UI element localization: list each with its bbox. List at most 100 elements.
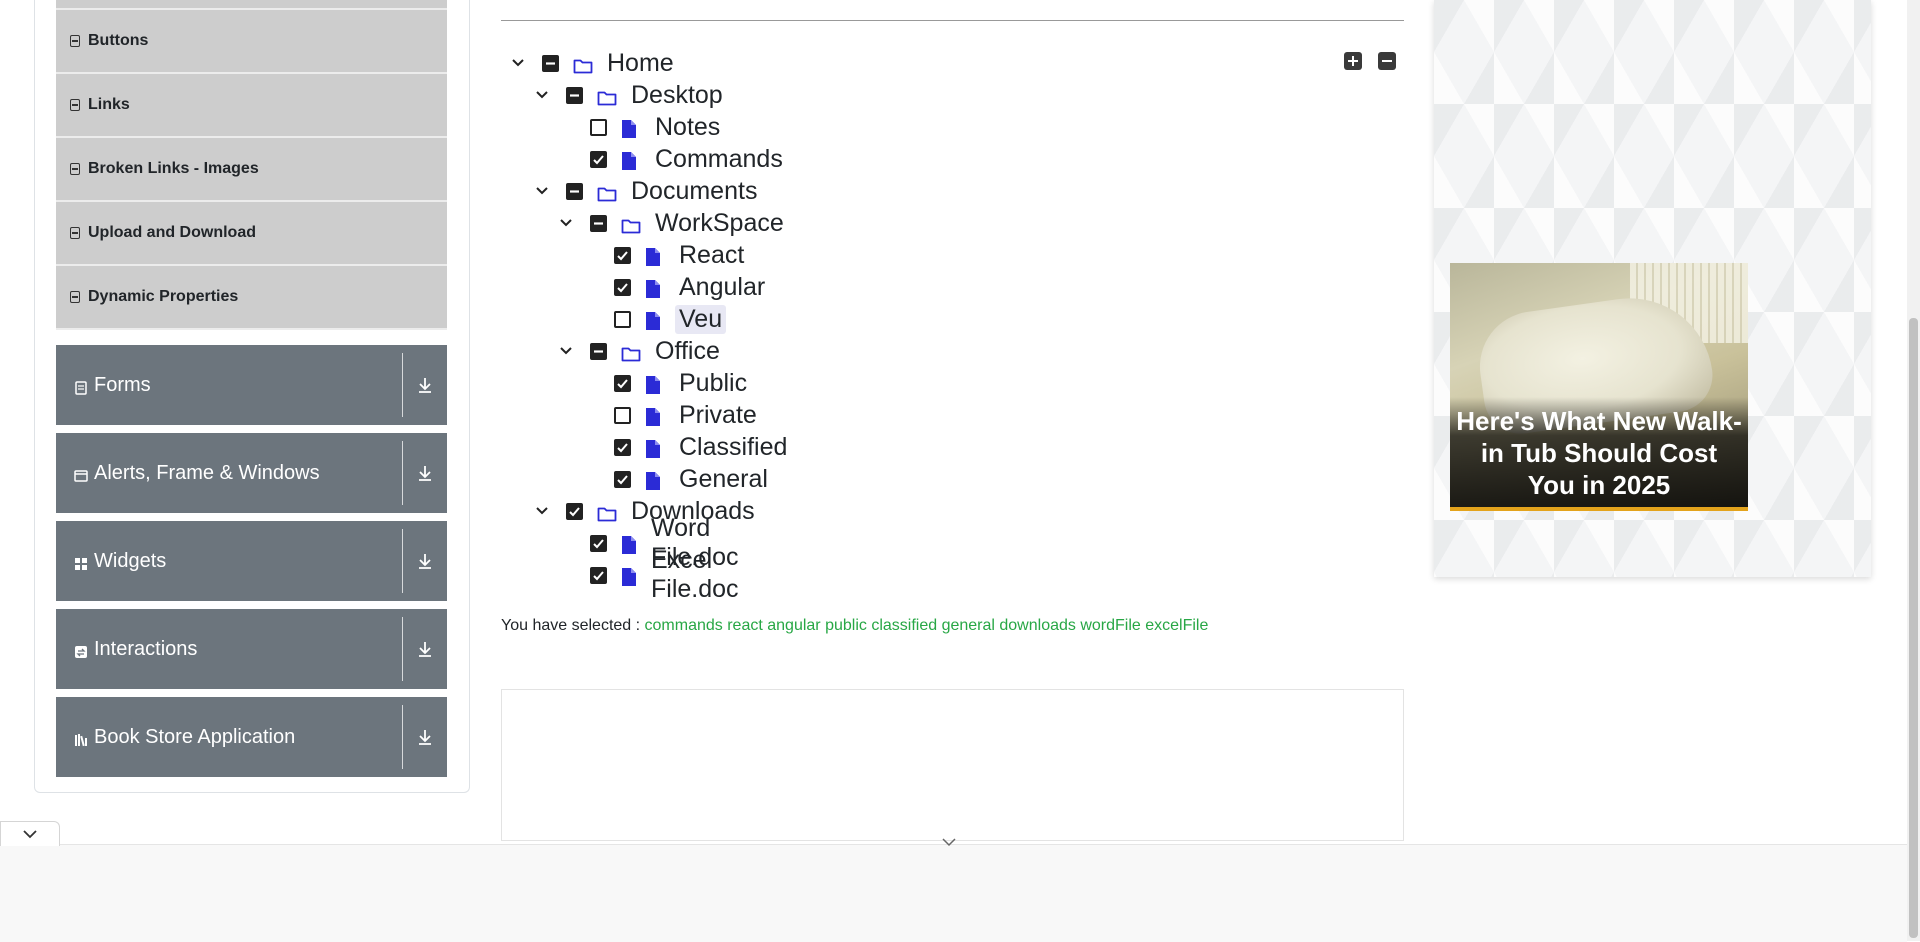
tree-node-label[interactable]: React [679, 241, 744, 270]
download-icon[interactable] [403, 728, 447, 746]
group-forms[interactable]: Forms [56, 345, 447, 425]
tree-checkbox[interactable] [590, 566, 607, 584]
submenu-item-label: Links [88, 96, 130, 113]
tree-node-workspace[interactable]: WorkSpace [556, 207, 784, 239]
folder-icon [621, 213, 641, 234]
tree-node-documents[interactable]: Documents [532, 175, 757, 207]
group-widgets[interactable]: Widgets [56, 521, 447, 601]
tree-node-commands[interactable]: Commands [590, 143, 783, 175]
chevron-down-icon[interactable] [941, 834, 957, 852]
folder-icon [621, 341, 641, 362]
tree-node-office[interactable]: Office [556, 335, 720, 367]
submenu-item-label: Dynamic Properties [88, 288, 239, 305]
tree-node-label[interactable]: WorkSpace [655, 209, 784, 238]
chevron-down-icon[interactable] [556, 346, 576, 356]
widgets-icon [74, 554, 88, 570]
download-icon[interactable] [403, 640, 447, 658]
chevron-down-icon[interactable] [532, 506, 552, 516]
tree-node-label[interactable]: Excel File.doc [651, 546, 743, 604]
tree-node-public[interactable]: Public [614, 367, 747, 399]
tree-checkbox[interactable] [614, 310, 631, 328]
tree-checkbox[interactable] [590, 342, 607, 360]
file-icon [621, 149, 641, 170]
folder-icon [597, 85, 617, 106]
tree-node-label[interactable]: Angular [679, 273, 765, 302]
tree-checkbox[interactable] [614, 278, 631, 296]
submenu-item-links[interactable]: Links [56, 74, 447, 138]
tree-node-label[interactable]: Desktop [631, 81, 723, 110]
result-prefix: You have selected : [501, 617, 641, 634]
right-ad-column: Here's What New Walk-in Tub Should Cost … [1434, 0, 1871, 577]
tree-node-veu[interactable]: Veu [614, 303, 727, 335]
tree-node-label[interactable]: Private [679, 401, 757, 430]
expand-all-button[interactable] [1344, 52, 1362, 70]
group-book-store[interactable]: Book Store Application [56, 697, 447, 777]
group-interactions[interactable]: Interactions [56, 609, 447, 689]
group-label: Widgets [94, 549, 167, 572]
chevron-down-icon[interactable] [508, 58, 528, 68]
tree-checkbox[interactable] [590, 118, 607, 136]
tree-checkbox[interactable] [590, 150, 607, 168]
chevron-down-icon[interactable] [532, 186, 552, 196]
file-icon [645, 277, 665, 298]
tree-node-label[interactable]: Notes [655, 113, 720, 142]
ad-caption-text: Here's What New Walk-in Tub Should Cost … [1456, 406, 1742, 500]
folder-icon [597, 181, 617, 202]
tree-checkbox[interactable] [566, 86, 583, 104]
file-icon [645, 245, 665, 266]
group-alerts-frames-windows[interactable]: Alerts, Frame & Windows [56, 433, 447, 513]
submenu-item-upload-download[interactable]: Upload and Download [56, 202, 447, 266]
tree-checkbox[interactable] [614, 470, 631, 488]
tree-node-label[interactable]: Public [679, 369, 747, 398]
tree-checkbox[interactable] [590, 214, 607, 232]
tree-node-classified[interactable]: Classified [614, 431, 787, 463]
tree-node-label[interactable]: Veu [675, 304, 727, 334]
tree-checkbox[interactable] [542, 54, 559, 72]
submenu-item-dynamic-properties[interactable]: Dynamic Properties [56, 266, 447, 330]
tree-node-angular[interactable]: Angular [614, 271, 765, 303]
download-icon[interactable] [403, 552, 447, 570]
file-icon [645, 309, 665, 330]
tree-checkbox[interactable] [614, 406, 631, 424]
chevron-down-icon[interactable] [532, 90, 552, 100]
window-icon [74, 466, 88, 482]
tree-node-react[interactable]: React [614, 239, 744, 271]
list-icon [70, 227, 80, 239]
scrollbar-thumb[interactable] [1909, 318, 1918, 938]
page-scrollbar[interactable] [1907, 0, 1920, 941]
tree-node-label[interactable]: Classified [679, 433, 787, 462]
tree-node-label[interactable]: Home [607, 49, 674, 78]
download-icon[interactable] [403, 464, 447, 482]
tree-node-notes[interactable]: Notes [590, 111, 720, 143]
tree-checkbox[interactable] [566, 502, 583, 520]
tree-node-label[interactable]: Documents [631, 177, 757, 206]
collapse-ad-tab[interactable] [0, 821, 60, 846]
header-rule [501, 20, 1404, 21]
ad-accent-bar [1450, 507, 1748, 511]
tree-node-private[interactable]: Private [614, 399, 757, 431]
tree-checkbox[interactable] [590, 534, 607, 552]
file-icon [645, 437, 665, 458]
tree-node-general[interactable]: General [614, 463, 768, 495]
submenu-item-broken-links[interactable]: Broken Links - Images [56, 138, 447, 202]
tree-node-excel-file-doc[interactable]: Excel File.doc [590, 546, 743, 603]
tree-checkbox[interactable] [614, 438, 631, 456]
submenu-item-buttons[interactable]: Buttons [56, 10, 447, 74]
tree-checkbox[interactable] [614, 246, 631, 264]
tree-node-label[interactable]: General [679, 465, 768, 494]
tree-checkbox[interactable] [566, 182, 583, 200]
ad-caption: Here's What New Walk-in Tub Should Cost … [1450, 397, 1748, 507]
ad-banner[interactable]: Here's What New Walk-in Tub Should Cost … [1450, 263, 1748, 511]
chevron-down-icon[interactable] [556, 218, 576, 228]
folder-icon [573, 53, 593, 74]
tree-node-label[interactable]: Commands [655, 145, 783, 174]
collapse-all-button[interactable] [1378, 52, 1396, 70]
tree-node-desktop[interactable]: Desktop [532, 79, 723, 111]
download-icon[interactable] [403, 376, 447, 394]
tree-checkbox[interactable] [614, 374, 631, 392]
file-icon [621, 117, 641, 138]
form-icon [74, 378, 88, 395]
tree-node-label[interactable]: Office [655, 337, 720, 366]
tree-node-home[interactable]: Home [508, 47, 674, 79]
submenu-item-partial[interactable] [56, 0, 447, 10]
